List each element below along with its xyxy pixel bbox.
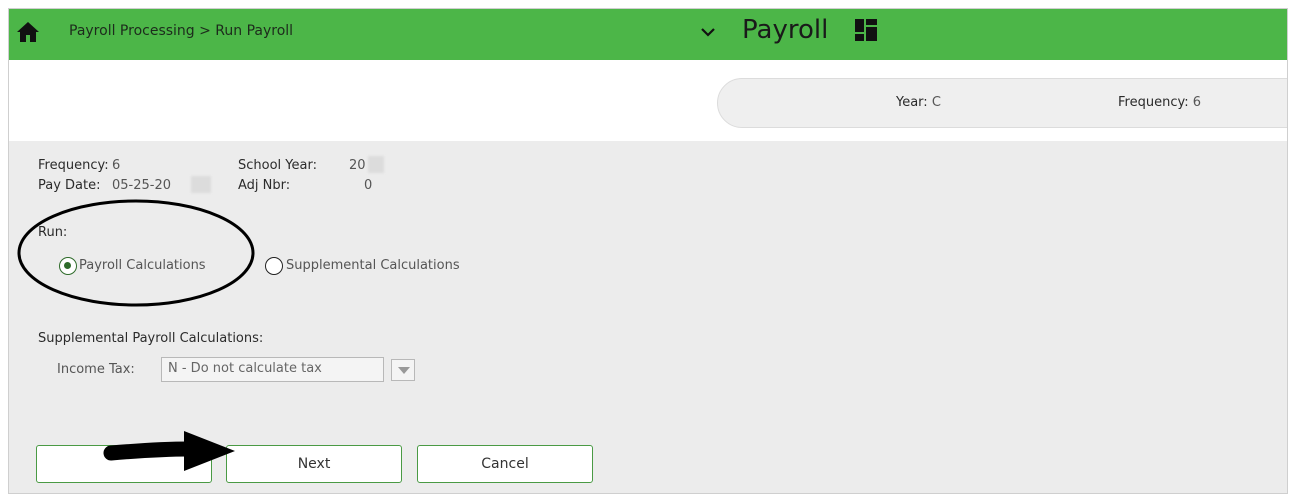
supplemental-calculations-radio[interactable]	[265, 257, 283, 275]
adj-nbr-value: 0	[364, 178, 373, 193]
main-content: Frequency: 6 School Year: 20 Pay Date: 0…	[9, 141, 1287, 493]
supplemental-calculations-label[interactable]: Supplemental Calculations	[286, 258, 460, 273]
chevron-down-icon[interactable]	[699, 23, 717, 41]
pay-date-value: 05-25-20	[112, 178, 172, 193]
year-value: C	[931, 95, 941, 110]
info-bar: Year: C Frequency: 6	[9, 60, 1287, 141]
next-button[interactable]: Next	[226, 445, 402, 483]
income-tax-dropdown-button[interactable]	[391, 359, 415, 381]
pay-date-label: Pay Date:	[38, 178, 101, 193]
run-label: Run:	[38, 225, 68, 240]
redacted-block	[368, 156, 384, 173]
frequency-value: 6	[1192, 95, 1202, 110]
home-icon[interactable]	[16, 20, 40, 44]
app-window: Payroll Processing > Run Payroll Payroll…	[8, 8, 1288, 494]
payroll-calculations-radio[interactable]	[59, 257, 77, 275]
app-title[interactable]: Payroll	[742, 15, 828, 45]
income-tax-label: Income Tax:	[57, 362, 135, 377]
adj-nbr-label: Adj Nbr:	[238, 178, 291, 193]
context-pill: Year: C Frequency: 6	[717, 78, 1287, 128]
frequency-field-value: 6	[112, 158, 121, 173]
school-year-label: School Year:	[238, 158, 317, 173]
top-bar: Payroll Processing > Run Payroll Payroll	[9, 9, 1287, 60]
payroll-calculations-label[interactable]: Payroll Calculations	[79, 258, 206, 273]
supplemental-section-title: Supplemental Payroll Calculations:	[38, 331, 264, 346]
year-label: Year:	[896, 95, 928, 110]
frequency-info: Frequency: 6	[1118, 95, 1201, 110]
cancel-button[interactable]: Cancel	[417, 445, 593, 483]
frequency-label: Frequency:	[1118, 95, 1189, 110]
frequency-field-label: Frequency:	[38, 158, 109, 173]
dashboard-grid-icon[interactable]	[855, 19, 877, 41]
school-year-value: 20	[349, 158, 366, 173]
breadcrumb[interactable]: Payroll Processing > Run Payroll	[69, 23, 293, 39]
year-info: Year: C	[896, 95, 941, 110]
previous-button[interactable]	[36, 445, 212, 483]
redacted-block	[191, 176, 211, 193]
income-tax-select[interactable]: N - Do not calculate tax	[161, 357, 384, 382]
